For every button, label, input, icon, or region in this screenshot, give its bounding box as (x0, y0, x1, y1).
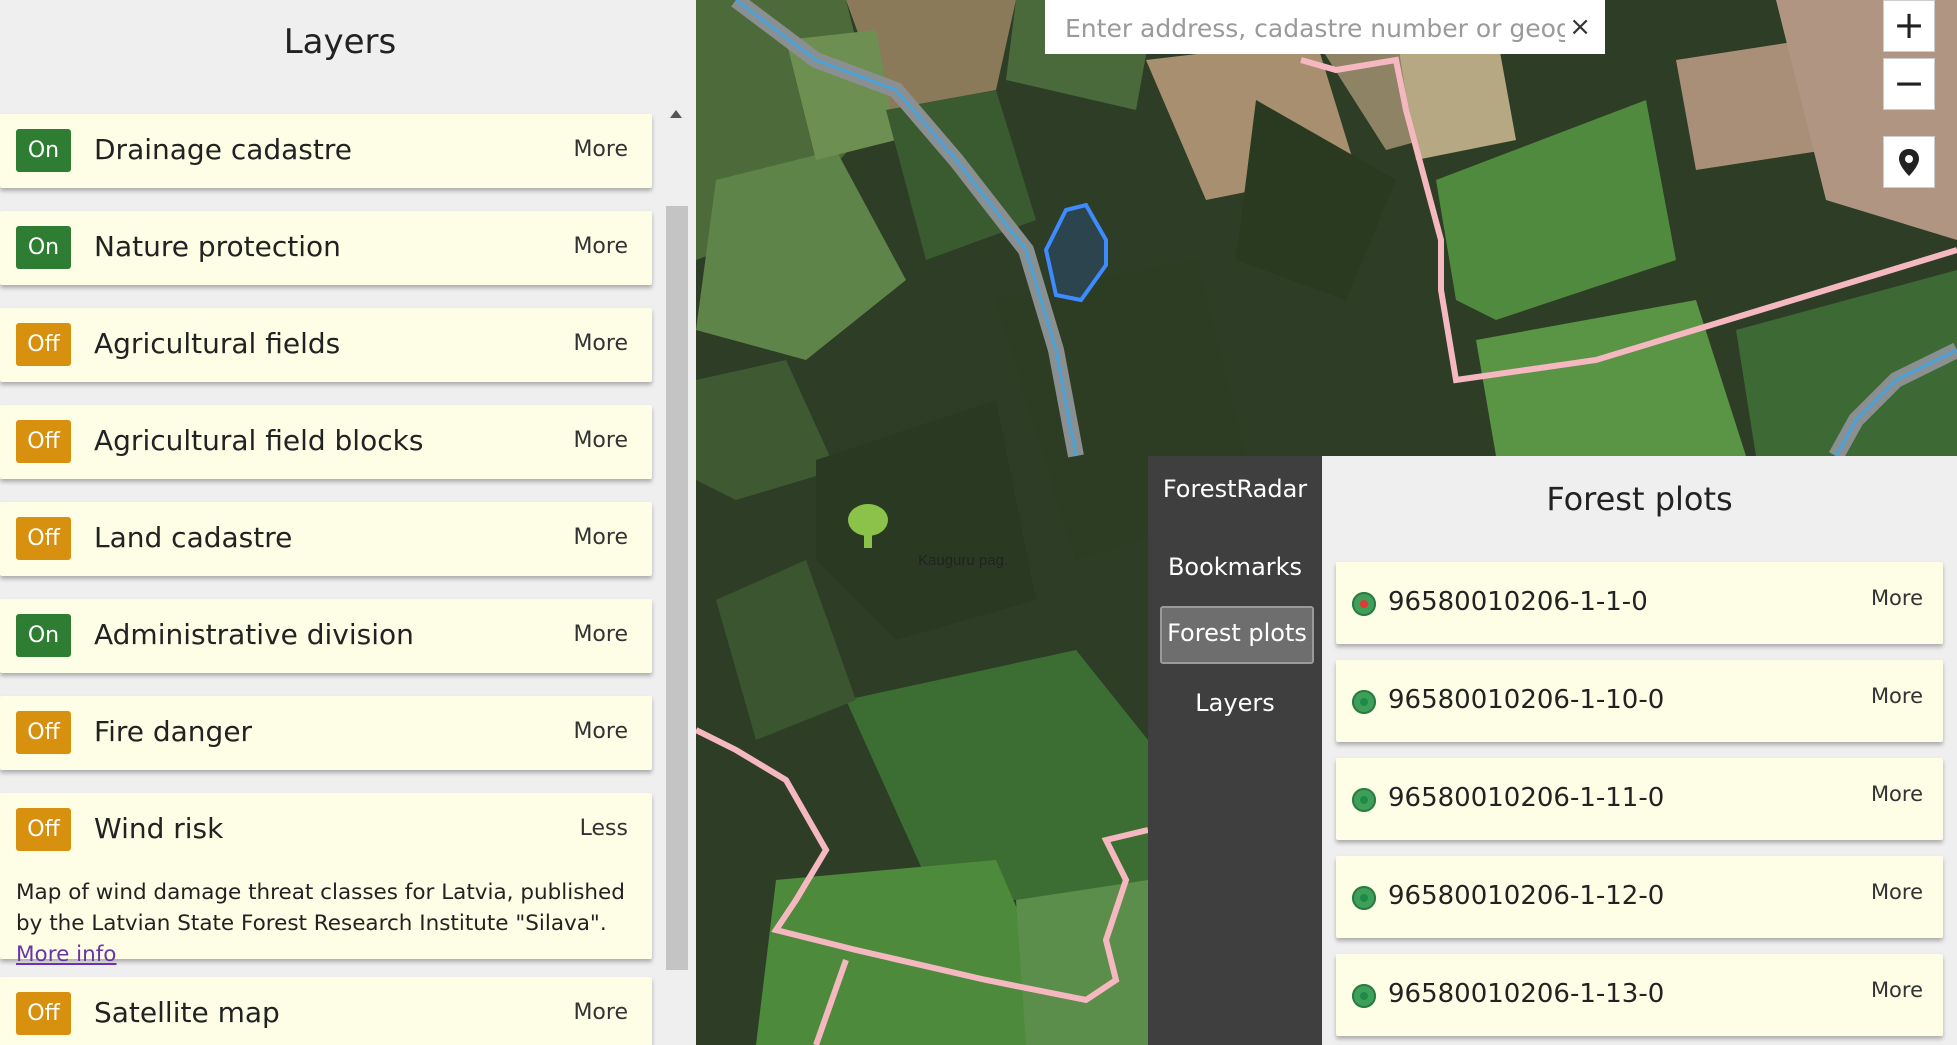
layer-item: Off Wind risk Less Map of wind damage threa… (0, 793, 652, 967)
plot-more-button[interactable]: More (1871, 978, 1923, 1002)
layer-more-button[interactable]: More (573, 331, 628, 356)
layer-item: Off Satellite map More (0, 977, 652, 1045)
scrollbar-thumb[interactable] (666, 206, 688, 970)
layer-item: Off Land cadastre More (0, 502, 652, 576)
layer-more-button[interactable]: More (573, 719, 628, 744)
scroll-up-arrow-icon[interactable] (670, 110, 682, 118)
nav-item-bookmarks[interactable]: Bookmarks (1160, 540, 1310, 594)
plot-more-button[interactable]: More (1871, 586, 1923, 610)
map-search-box: × (1045, 0, 1605, 54)
plot-dot-icon (1352, 886, 1376, 910)
layer-more-button[interactable]: More (573, 1000, 628, 1025)
layer-toggle-button[interactable]: Off (16, 808, 71, 851)
plot-id: 96580010206-1-10-0 (1388, 685, 1665, 715)
place-name-label: Kauguru pag. (918, 552, 1009, 569)
layer-toggle-button[interactable]: Off (16, 711, 71, 754)
layer-more-button[interactable]: More (573, 525, 628, 550)
layer-more-button[interactable]: More (573, 137, 628, 162)
side-navigation: ForestRadar Bookmarks Forest plots Layers (1148, 456, 1322, 1045)
layers-title: Layers (283, 22, 397, 62)
layer-toggle-button[interactable]: Off (16, 420, 71, 463)
layer-more-button[interactable]: More (573, 622, 628, 647)
layer-item: On Administrative division More (0, 599, 652, 673)
forest-plots-panel: Forest plots 96580010206-1-1-0 More 965800… (1322, 456, 1957, 1045)
layer-more-button[interactable]: Less (580, 816, 628, 841)
layers-panel: Layers On Drainage cadastre More On Nature p… (0, 0, 696, 1045)
plot-more-button[interactable]: More (1871, 880, 1923, 904)
layer-name: Wind risk (94, 812, 224, 845)
nav-item-layers[interactable]: Layers (1160, 676, 1310, 730)
layer-item: On Drainage cadastre More (0, 114, 652, 188)
layer-item: Off Agricultural field blocks More (0, 405, 652, 479)
layer-toggle-button[interactable]: On (16, 129, 71, 172)
plot-more-button[interactable]: More (1871, 684, 1923, 708)
layer-item: Off Agricultural fields More (0, 308, 652, 382)
layer-more-button[interactable]: More (573, 234, 628, 259)
plot-dot-icon (1352, 788, 1376, 812)
layers-list: On Drainage cadastre More On Nature protecti… (0, 104, 670, 1045)
layers-scrollbar[interactable] (666, 104, 688, 1045)
layer-name: Agricultural field blocks (94, 424, 424, 457)
nav-item-forest-plots[interactable]: Forest plots (1160, 606, 1314, 664)
layer-toggle-button[interactable]: Off (16, 517, 71, 560)
plot-id: 96580010206-1-1-0 (1388, 587, 1648, 617)
layer-name: Satellite map (94, 996, 280, 1029)
clear-search-icon[interactable]: × (1569, 12, 1591, 42)
layer-toggle-button[interactable]: Off (16, 323, 71, 366)
map-search-input[interactable] (1063, 8, 1567, 48)
forest-plot-item[interactable]: 96580010206-1-11-0 More (1336, 758, 1943, 840)
map-pin-icon (1899, 149, 1919, 176)
plot-more-button[interactable]: More (1871, 782, 1923, 806)
more-info-link[interactable]: More info (16, 942, 116, 967)
zoom-in-button[interactable]: + (1883, 0, 1935, 52)
plot-dot-icon (1352, 690, 1376, 714)
layer-name: Agricultural fields (94, 327, 341, 360)
layer-more-button[interactable]: More (573, 428, 628, 453)
forest-plot-item[interactable]: 96580010206-1-12-0 More (1336, 856, 1943, 938)
nav-item-forestradar[interactable]: ForestRadar (1160, 462, 1310, 516)
selected-plot-dot-icon (1352, 592, 1376, 616)
layer-name: Nature protection (94, 230, 341, 263)
forest-plot-item[interactable]: 96580010206-1-1-0 More (1336, 562, 1943, 644)
locate-button[interactable] (1883, 136, 1935, 188)
layer-toggle-button[interactable]: Off (16, 992, 71, 1035)
plot-dot-icon (1352, 984, 1376, 1008)
layer-item: Off Fire danger More (0, 696, 652, 770)
zoom-out-button[interactable]: − (1883, 58, 1935, 110)
layer-item: On Nature protection More (0, 211, 652, 285)
plot-id: 96580010206-1-12-0 (1388, 881, 1665, 911)
layer-name: Administrative division (94, 618, 414, 651)
layer-name: Land cadastre (94, 521, 293, 554)
layer-description-text: Map of wind damage threat classes for La… (16, 880, 625, 936)
layer-description: Map of wind damage threat classes for La… (16, 877, 636, 970)
plot-id: 96580010206-1-13-0 (1388, 979, 1665, 1009)
layer-toggle-button[interactable]: On (16, 614, 71, 657)
layer-toggle-button[interactable]: On (16, 226, 71, 269)
layer-name: Fire danger (94, 715, 253, 748)
forest-plot-item[interactable]: 96580010206-1-13-0 More (1336, 954, 1943, 1036)
forest-plot-item[interactable]: 96580010206-1-10-0 More (1336, 660, 1943, 742)
plot-id: 96580010206-1-11-0 (1388, 783, 1665, 813)
forest-plots-title: Forest plots (1546, 480, 1733, 518)
layer-name: Drainage cadastre (94, 133, 352, 166)
